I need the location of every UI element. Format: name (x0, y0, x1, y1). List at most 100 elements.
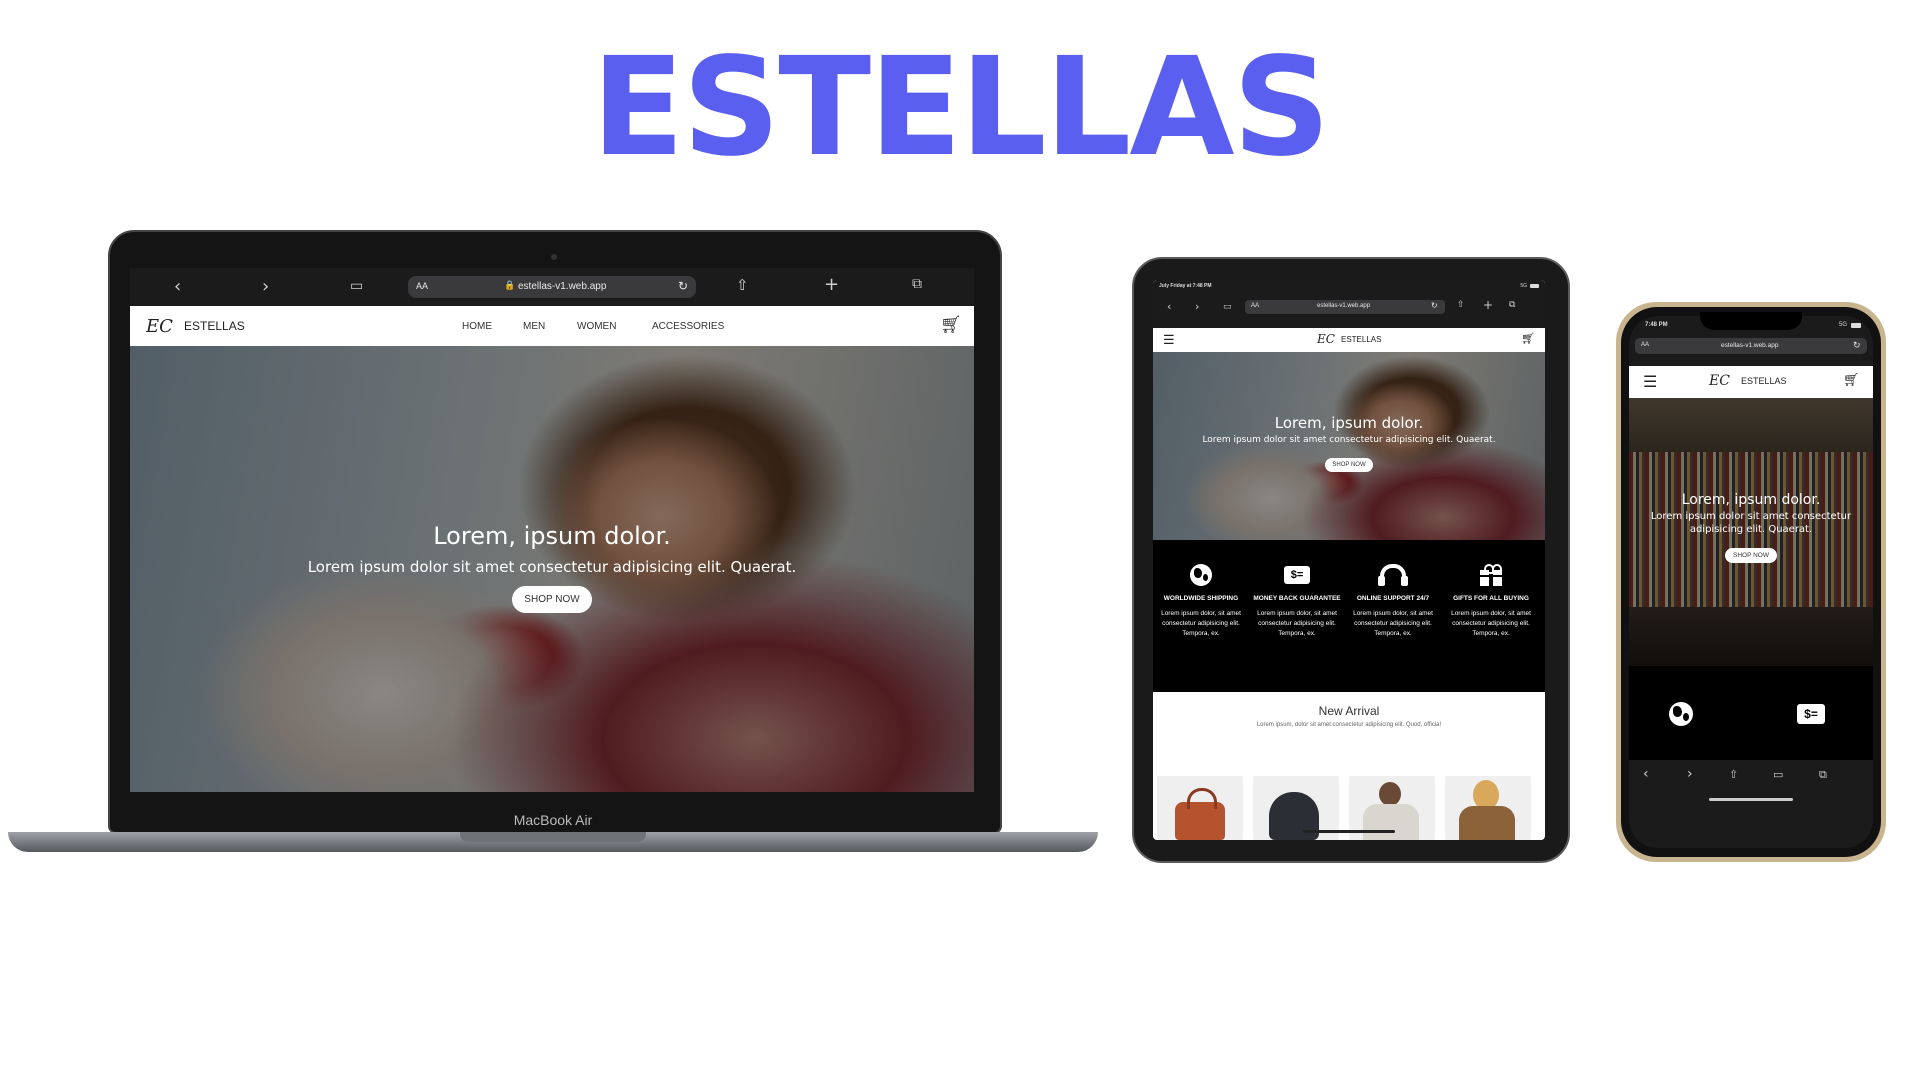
tablet-hero-image: Lorem, ipsum dolor. Lorem ipsum dolor si… (1153, 352, 1545, 540)
features-section: WORLDWIDE SHIPPING Lorem ipsum dolor, si… (1153, 540, 1545, 692)
shop-now-button[interactable]: SHOP NOW (512, 586, 592, 613)
tablet-forward-icon[interactable]: › (1195, 300, 1199, 313)
tablet-browser-toolbar: July Friday at 7:48 PM 5G ‹ › ▭ AA estel… (1153, 280, 1545, 328)
feature-money-back: $= MONEY BACK GUARANTEE Lorem ipsum dolo… (1253, 564, 1341, 638)
nav-home[interactable]: HOME (462, 321, 492, 332)
phone-bookmarks-icon[interactable]: ▭ (1773, 768, 1783, 781)
tablet-hero-subtitle: Lorem ipsum dolor sit amet consectetur a… (1202, 435, 1496, 445)
nav-accessories[interactable]: ACCESSORIES (652, 321, 724, 332)
url-text: estellas-v1.web.app (518, 281, 607, 292)
phone-hero-image: Lorem, ipsum dolor. Lorem ipsum dolor si… (1629, 398, 1873, 666)
feature-title: GIFTS FOR ALL BUYING (1453, 595, 1529, 602)
feature-description: Lorem ipsum dolor, sit amet consectetur … (1451, 610, 1531, 637)
tablet-screen: July Friday at 7:48 PM 5G ‹ › ▭ AA estel… (1153, 280, 1545, 840)
feature-title: WORLDWIDE SHIPPING (1163, 595, 1239, 602)
man-model-image (1379, 782, 1401, 806)
logo-mark[interactable]: EC (146, 316, 173, 337)
phone-back-icon[interactable]: ‹ (1643, 766, 1649, 782)
tablet-status-time: July Friday at 7:48 PM (1159, 283, 1212, 289)
tabs-icon[interactable]: ⧉ (912, 276, 922, 292)
phone-logo-mark[interactable]: EC (1709, 373, 1730, 389)
bookmarks-icon[interactable]: ▭ (350, 278, 363, 294)
tablet-new-tab-icon[interactable]: + (1483, 298, 1493, 312)
product-card[interactable] (1157, 776, 1243, 840)
phone-forward-icon[interactable]: › (1687, 766, 1693, 782)
text-size-label[interactable]: AA (416, 281, 428, 291)
phone-menu-icon[interactable]: ☰ (1643, 372, 1657, 392)
reload-icon[interactable]: ↻ (678, 279, 688, 293)
phone-home-indicator (1709, 798, 1793, 801)
nav-men[interactable]: MEN (523, 321, 545, 332)
laptop-model-label: MacBook Air (513, 812, 593, 828)
feature-worldwide-shipping: WORLDWIDE SHIPPING Lorem ipsum dolor, si… (1157, 564, 1245, 638)
headline: ESTELLAS (591, 29, 1330, 187)
laptop-screen: ‹ › ▭ AA 🔒 estellas-v1.web.app ↻ ⇧ + ⧉ E… (130, 268, 974, 792)
globe-icon (1190, 564, 1212, 586)
phone-url-text: estellas-v1.web.app (1721, 342, 1779, 349)
phone-reload-icon[interactable]: ↻ (1853, 340, 1861, 351)
money-icon: $= (1284, 566, 1310, 584)
phone-cart-icon[interactable]: 🛒︎ (1843, 372, 1860, 388)
phone-tabs-icon[interactable]: ⧉ (1819, 768, 1827, 782)
product-card[interactable] (1445, 776, 1531, 840)
tablet-bookmarks-icon[interactable]: ▭ (1223, 302, 1232, 312)
phone-site-navbar: ☰ EC ESTELLAS 🛒︎ (1629, 366, 1873, 398)
nav-women[interactable]: WOMEN (577, 321, 616, 332)
laptop-notch (460, 832, 646, 842)
tablet-shop-now-button[interactable]: SHOP NOW (1325, 458, 1373, 472)
tablet-cart-icon[interactable]: 🛒︎ (1521, 332, 1535, 345)
phone-status-network: 5G (1838, 322, 1847, 328)
cart-icon[interactable]: 🛒︎ (940, 315, 962, 335)
tablet-logo-mark[interactable]: EC (1317, 332, 1335, 346)
tablet-menu-icon[interactable]: ☰ (1163, 332, 1175, 348)
gift-icon (1480, 564, 1502, 586)
feature-description: Lorem ipsum dolor, sit amet consectetur … (1353, 610, 1433, 637)
tablet-home-indicator (1303, 830, 1395, 833)
globe-icon (1669, 702, 1693, 726)
tablet-address-bar[interactable]: AA estellas-v1.web.app ↻ (1245, 300, 1445, 314)
phone-status-time: 7:48 PM (1645, 322, 1668, 328)
share-icon[interactable]: ⇧ (736, 276, 749, 294)
hero-title: Lorem, ipsum dolor. (433, 522, 671, 550)
tablet-status-network: 5G (1520, 283, 1527, 289)
feature-description: Lorem ipsum dolor, sit amet consectetur … (1161, 610, 1241, 637)
browser-toolbar: ‹ › ▭ AA 🔒 estellas-v1.web.app ↻ ⇧ + ⧉ (130, 268, 974, 306)
phone-shop-now-button[interactable]: SHOP NOW (1725, 548, 1777, 563)
tablet-site-navbar: ☰ EC ESTELLAS 🛒︎ (1153, 328, 1545, 352)
tablet-brand-name[interactable]: ESTELLAS (1341, 335, 1381, 344)
new-tab-icon[interactable]: + (824, 274, 839, 295)
phone-hero-subtitle: Lorem ipsum dolor sit amet consectetur a… (1650, 511, 1852, 535)
phone-browser-toolbar: ‹ › ⇧ ▭ ⧉ (1629, 760, 1873, 848)
money-icon: $= (1797, 704, 1825, 724)
address-bar[interactable]: AA 🔒 estellas-v1.web.app ↻ (408, 276, 696, 298)
phone-brand-name[interactable]: ESTELLAS (1741, 376, 1787, 386)
phone-text-size-label[interactable]: AA (1641, 342, 1649, 348)
tablet-url-text: estellas-v1.web.app (1317, 303, 1371, 309)
new-arrival-title: New Arrival (1318, 704, 1380, 718)
phone-address-bar[interactable]: AA estellas-v1.web.app ↻ (1635, 338, 1867, 354)
feature-online-support: ONLINE SUPPORT 24/7 Lorem ipsum dolor, s… (1349, 564, 1437, 638)
back-icon[interactable]: ‹ (174, 276, 181, 297)
feature-title: MONEY BACK GUARANTEE (1253, 595, 1341, 602)
tablet-back-icon[interactable]: ‹ (1167, 300, 1171, 313)
new-arrival-description: Lorem ipsum, dolor sit amet consectetur … (1256, 722, 1442, 728)
tablet-text-size-label[interactable]: AA (1251, 303, 1259, 309)
tablet-tabs-icon[interactable]: ⧉ (1509, 300, 1515, 310)
phone-screen: 7:48 PM 5G AA estellas-v1.web.app ↻ ☰ EC… (1629, 316, 1873, 848)
phone-features-section: $= (1629, 666, 1873, 760)
headset-icon (1378, 564, 1408, 586)
feature-title: ONLINE SUPPORT 24/7 (1356, 595, 1430, 602)
phone-battery-icon (1851, 323, 1861, 328)
forward-icon[interactable]: › (262, 276, 269, 297)
phone-share-icon[interactable]: ⇧ (1729, 768, 1738, 781)
phone-hero-title: Lorem, ipsum dolor. (1681, 492, 1821, 508)
brand-name[interactable]: ESTELLAS (184, 319, 245, 333)
tablet-reload-icon[interactable]: ↻ (1431, 301, 1438, 310)
feature-gifts: GIFTS FOR ALL BUYING Lorem ipsum dolor, … (1445, 564, 1537, 638)
hero-image: Lorem, ipsum dolor. Lorem ipsum dolor si… (130, 346, 974, 792)
hero-subtitle: Lorem ipsum dolor sit amet consectetur a… (307, 558, 797, 576)
phone-notch (1700, 312, 1802, 330)
battery-icon (1530, 284, 1539, 288)
lock-icon: 🔒 (504, 280, 516, 290)
tablet-share-icon[interactable]: ⇧ (1457, 300, 1465, 310)
